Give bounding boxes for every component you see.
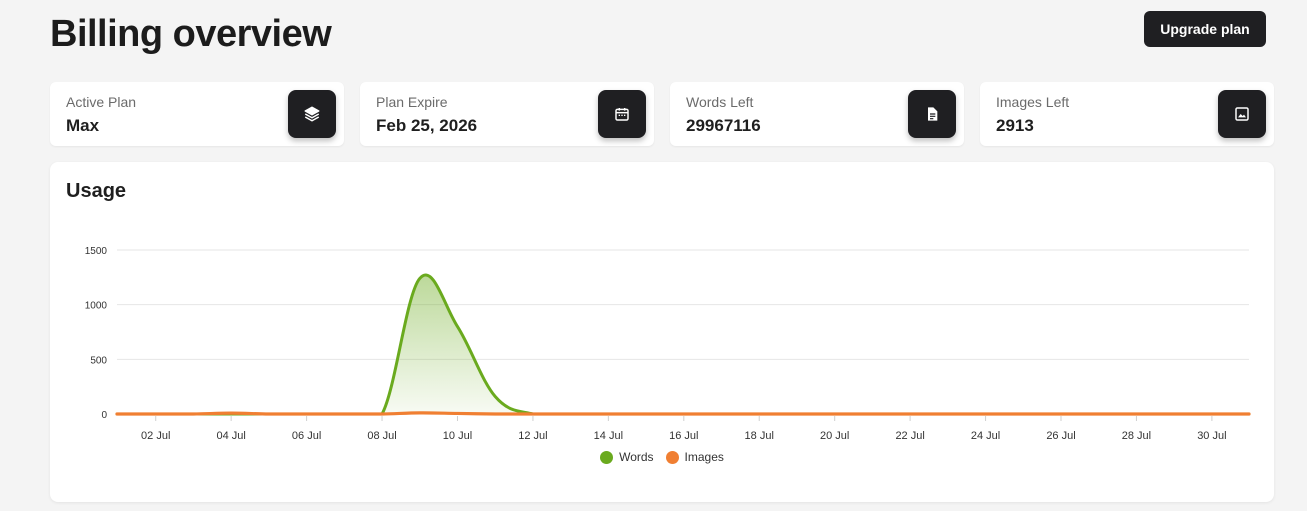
chart-legend: Words Images <box>50 450 1274 464</box>
upgrade-plan-button[interactable]: Upgrade plan <box>1144 11 1266 47</box>
stat-value: Feb 25, 2026 <box>376 116 478 135</box>
y-tick-label: 1000 <box>85 301 108 312</box>
series-line-images <box>115 411 1251 416</box>
x-tick-label: 16 Jul <box>669 430 698 442</box>
x-tick-label: 02 Jul <box>141 430 170 442</box>
x-tick-label: 06 Jul <box>292 430 321 442</box>
stat-card-plan-expire: Plan Expire Feb 25, 2026 <box>360 82 654 146</box>
usage-chart: 0 500 1000 1500 02 Jul 04 Jul 06 Jul 08 Jul 10 J… <box>85 246 1251 442</box>
legend-item-images[interactable]: Images <box>665 450 724 464</box>
usage-card: Usage 0 500 1000 1500 02 Jul 04 Jul 06 Jul 08 J… <box>50 162 1274 502</box>
x-tick-label: 04 Jul <box>216 430 245 442</box>
y-tick-label: 1500 <box>85 246 108 257</box>
legend-label-images: Images <box>684 450 724 464</box>
stat-card-words-left: Words Left 29967116 <box>670 82 964 146</box>
x-tick-label: 18 Jul <box>745 430 774 442</box>
x-tick-label: 28 Jul <box>1122 430 1151 442</box>
x-tick-label: 14 Jul <box>594 430 623 442</box>
document-icon <box>908 90 956 138</box>
stat-label: Words Left <box>686 94 754 110</box>
image-icon <box>1218 90 1266 138</box>
layers-icon <box>288 90 336 138</box>
stat-label: Active Plan <box>66 94 137 110</box>
x-tick-label: 20 Jul <box>820 430 849 442</box>
y-tick-label: 500 <box>90 355 107 366</box>
x-tick-label: 22 Jul <box>895 430 924 442</box>
page-title: Billing overview <box>50 13 332 55</box>
x-tick-label: 12 Jul <box>518 430 547 442</box>
stat-label: Images Left <box>996 94 1070 110</box>
y-tick-label: 0 <box>101 410 107 421</box>
legend-dot-words <box>600 450 614 464</box>
legend-dot-images <box>665 450 679 464</box>
series-area-words <box>117 275 1249 414</box>
x-tick-label: 10 Jul <box>443 430 472 442</box>
stat-card-active-plan: Active Plan Max <box>50 82 344 146</box>
x-tick-label: 24 Jul <box>971 430 1000 442</box>
legend-item-words[interactable]: Words <box>600 450 654 464</box>
legend-label-words: Words <box>619 450 654 464</box>
series-line-words <box>115 273 1251 416</box>
stat-value: Max <box>66 116 100 135</box>
stat-label: Plan Expire <box>376 94 448 110</box>
calendar-icon <box>598 90 646 138</box>
stat-card-images-left: Images Left 2913 <box>980 82 1274 146</box>
x-tick-label: 30 Jul <box>1197 430 1226 442</box>
stat-value: 29967116 <box>686 116 761 135</box>
x-tick-label: 26 Jul <box>1046 430 1075 442</box>
stat-value: 2913 <box>996 116 1034 135</box>
x-tick-label: 08 Jul <box>367 430 396 442</box>
